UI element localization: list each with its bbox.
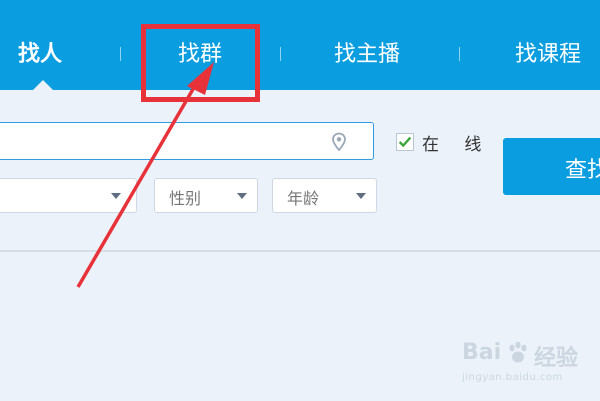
chevron-down-icon: [356, 193, 366, 199]
watermark-url: jingyan.baidu.com: [462, 372, 563, 383]
age-dropdown[interactable]: 年龄: [272, 178, 377, 213]
active-tab-indicator: [33, 80, 53, 90]
tab-separator: [120, 47, 121, 61]
search-button[interactable]: 查找: [503, 138, 600, 195]
baidu-jingyan-watermark: Bai 经验 jingyan.baidu.com: [462, 340, 592, 390]
annotation-highlight-box: [141, 24, 260, 102]
dropdown-label: 性别: [169, 189, 202, 208]
tab-find-courses[interactable]: 找课程: [515, 38, 581, 72]
watermark-suffix-text: 经验: [534, 346, 579, 371]
chevron-down-icon: [111, 193, 121, 199]
top-nav-bar: 找人 找群 找主播 找课程: [0, 0, 600, 90]
search-button-label: 查找: [565, 158, 600, 183]
watermark-main-text: Bai: [462, 340, 502, 365]
location-dropdown[interactable]: [0, 178, 137, 213]
chevron-down-icon: [237, 193, 247, 199]
map-pin-icon[interactable]: [330, 132, 348, 152]
gender-dropdown[interactable]: 性别: [154, 178, 258, 213]
tab-find-people[interactable]: 找人: [18, 38, 62, 72]
online-checkbox-label: 在 线: [422, 135, 492, 155]
check-icon: [398, 136, 412, 148]
tab-separator: [459, 47, 460, 61]
tab-separator: [280, 47, 281, 61]
search-input[interactable]: [7, 127, 321, 157]
online-checkbox[interactable]: [396, 133, 414, 151]
section-divider: [0, 250, 600, 252]
dropdown-label: 年龄: [287, 189, 320, 208]
paw-icon: [509, 341, 527, 363]
search-field[interactable]: [0, 122, 374, 160]
tab-find-streamers[interactable]: 找主播: [334, 38, 400, 72]
